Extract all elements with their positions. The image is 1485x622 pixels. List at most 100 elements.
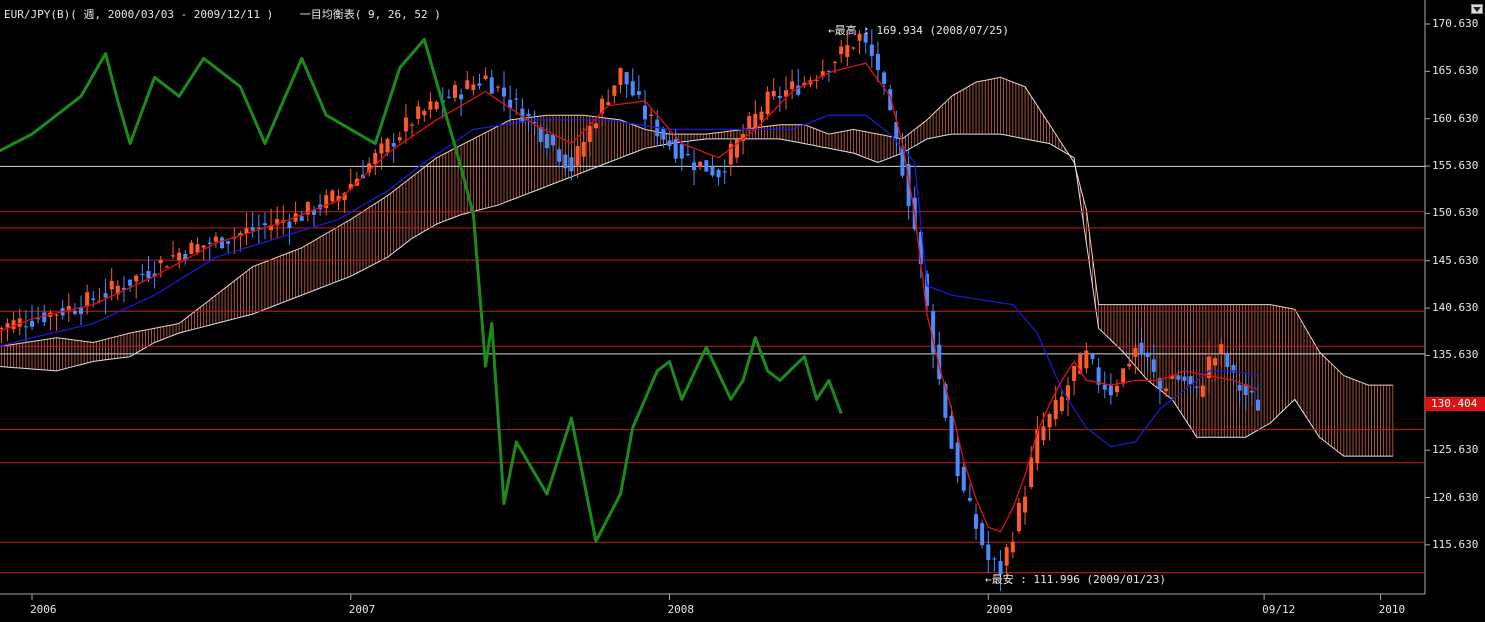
candle-body xyxy=(961,466,966,491)
candle-body xyxy=(1139,342,1144,355)
y-tick-label: 145.630 xyxy=(1432,253,1479,267)
candle-body xyxy=(502,87,507,97)
y-tick-label: 140.630 xyxy=(1432,301,1479,315)
candle-body xyxy=(777,95,782,98)
candle-body xyxy=(1145,352,1150,358)
candle-body xyxy=(753,113,758,128)
candle-body xyxy=(544,134,549,149)
tenkan-sen-line xyxy=(0,62,1259,533)
candle-body xyxy=(1249,390,1254,393)
candle-body xyxy=(5,323,10,328)
candle-body xyxy=(551,134,556,146)
candle-body xyxy=(839,46,844,55)
candle-body xyxy=(869,44,874,56)
candle-body xyxy=(459,94,464,100)
candle-body xyxy=(955,442,960,477)
candle-body xyxy=(710,166,715,176)
candle-body xyxy=(569,157,574,172)
candle-body xyxy=(477,83,482,86)
candle-body xyxy=(422,110,427,116)
candle-body xyxy=(986,544,991,561)
candle-body xyxy=(471,84,476,91)
candle-body xyxy=(54,314,59,316)
chikou-span-line xyxy=(0,37,843,543)
candle-body xyxy=(587,125,592,142)
candle-body xyxy=(526,114,531,117)
candle-body xyxy=(771,90,776,97)
y-tick-label: 170.630 xyxy=(1432,17,1479,30)
candle-body xyxy=(949,415,954,449)
candle-body xyxy=(563,154,568,169)
candle-body xyxy=(1029,457,1034,488)
candle-body xyxy=(1164,388,1169,392)
candle-body xyxy=(667,140,672,147)
candle-body xyxy=(1237,384,1242,391)
candle-body xyxy=(643,105,647,120)
candle-body xyxy=(1102,384,1107,390)
candle-body xyxy=(833,61,838,64)
candle-body xyxy=(698,161,703,168)
candle-body xyxy=(134,275,139,282)
candle-body xyxy=(428,101,433,110)
x-tick-label: 2009 xyxy=(986,603,1013,616)
candle-body xyxy=(581,141,586,157)
candle-body xyxy=(980,523,985,546)
candle-body xyxy=(489,77,494,94)
candle-body xyxy=(1059,396,1064,412)
candle-body xyxy=(416,106,421,119)
candle-body xyxy=(1047,413,1052,428)
candle-body xyxy=(747,116,752,131)
candle-body xyxy=(538,127,543,142)
candle-body xyxy=(250,227,255,231)
candle-body xyxy=(1090,354,1095,360)
candle-body xyxy=(1023,496,1028,513)
candle-body xyxy=(446,96,451,98)
candle-body xyxy=(1010,541,1015,553)
candle-body xyxy=(1133,347,1138,357)
candle-body xyxy=(1127,363,1132,367)
candle-body xyxy=(704,160,709,172)
candle-body xyxy=(164,266,169,268)
senkou-span-b-line xyxy=(0,133,1393,457)
y-tick-label: 160.630 xyxy=(1432,111,1479,125)
candle-body xyxy=(1200,385,1205,397)
y-tick-label: 150.630 xyxy=(1432,206,1479,220)
y-tick-label: 155.630 xyxy=(1432,159,1479,173)
high-annotation: ←最高 : 169.934 (2008/07/25) xyxy=(828,24,1009,37)
candle-body xyxy=(195,244,200,253)
candle-body xyxy=(765,91,770,114)
candle-body xyxy=(593,123,598,129)
candle-body xyxy=(967,497,972,501)
candle-body xyxy=(875,53,880,71)
chart-menu-dropdown-icon[interactable] xyxy=(1471,4,1483,14)
candle-body xyxy=(483,75,488,79)
candle-body xyxy=(679,144,684,159)
candle-body xyxy=(1016,503,1021,532)
candle-body xyxy=(1213,358,1218,366)
candle-body xyxy=(618,67,623,85)
candle-body xyxy=(1176,375,1181,380)
candle-body xyxy=(23,326,28,328)
candle-body xyxy=(845,45,850,57)
candle-body xyxy=(146,271,151,279)
candle-body xyxy=(189,242,194,255)
candle-body xyxy=(42,312,47,323)
price-chart[interactable] xyxy=(0,0,1485,622)
candle-body xyxy=(636,91,641,95)
candle-body xyxy=(220,237,225,249)
candle-body xyxy=(630,81,635,96)
candle-body xyxy=(140,273,145,275)
candle-body xyxy=(1072,366,1077,382)
candle-body xyxy=(465,80,470,89)
candle-body xyxy=(606,102,611,105)
candle-body xyxy=(0,327,4,329)
y-tick-label: 125.630 xyxy=(1432,443,1479,457)
candle-body xyxy=(287,221,292,228)
y-tick-label: 165.630 xyxy=(1432,64,1479,78)
candle-body xyxy=(391,143,396,147)
y-tick-label: 135.630 xyxy=(1432,348,1479,362)
candle-body xyxy=(1225,354,1230,368)
candle-body xyxy=(851,47,856,49)
candle-body xyxy=(790,81,795,90)
candle-body xyxy=(452,85,457,98)
